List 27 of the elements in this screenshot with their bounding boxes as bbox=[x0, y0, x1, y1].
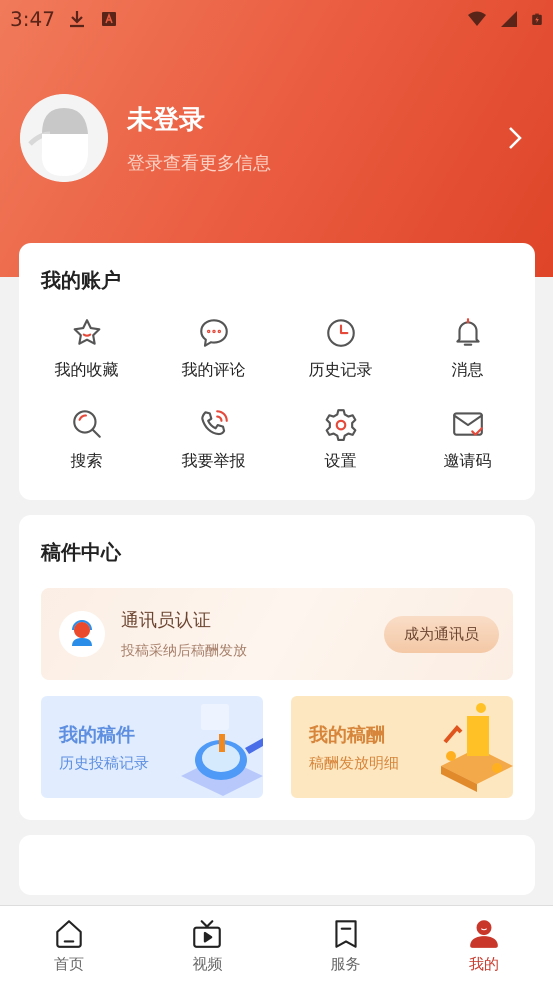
menu-item[interactable]: 消息 bbox=[404, 316, 531, 381]
avatar[interactable] bbox=[20, 94, 108, 182]
section-title: 稿件中心 bbox=[41, 539, 122, 566]
menu-item[interactable]: 我的评论 bbox=[150, 316, 277, 381]
tile-subtitle: 稿酬发放明细 bbox=[309, 754, 400, 772]
tile-title: 我的稿件 bbox=[59, 722, 136, 748]
tile-title: 我的稿酬 bbox=[309, 722, 386, 748]
login-hint: 登录查看更多信息 bbox=[127, 152, 272, 174]
menu-item[interactable]: 搜索 bbox=[23, 407, 150, 472]
tile-subtitle: 历史投稿记录 bbox=[59, 754, 150, 772]
menu-item[interactable]: 我的收藏 bbox=[23, 316, 150, 381]
menu-item[interactable]: 邀请码 bbox=[404, 407, 531, 472]
menu-item[interactable]: 我要举报 bbox=[150, 407, 277, 472]
headset-avatar-icon bbox=[59, 611, 105, 657]
tab[interactable]: 服务 bbox=[276, 906, 415, 984]
gear-icon bbox=[324, 407, 358, 441]
become-correspondent-button[interactable]: 成为通讯员 bbox=[384, 616, 499, 652]
tab[interactable]: 首页 bbox=[0, 906, 138, 984]
banner-title: 通讯员认证 bbox=[121, 609, 212, 632]
status-time: 3:47 bbox=[10, 7, 55, 31]
tab[interactable]: 视频 bbox=[138, 906, 276, 984]
menu-item[interactable]: 设置 bbox=[277, 407, 404, 472]
tab[interactable]: 我的 bbox=[414, 906, 553, 984]
banner-subtitle: 投稿采纳后稿酬发放 bbox=[121, 642, 248, 660]
signal-icon bbox=[499, 9, 519, 29]
menu-item[interactable]: 历史记录 bbox=[277, 316, 404, 381]
section-title: 我的账户 bbox=[40, 267, 122, 294]
